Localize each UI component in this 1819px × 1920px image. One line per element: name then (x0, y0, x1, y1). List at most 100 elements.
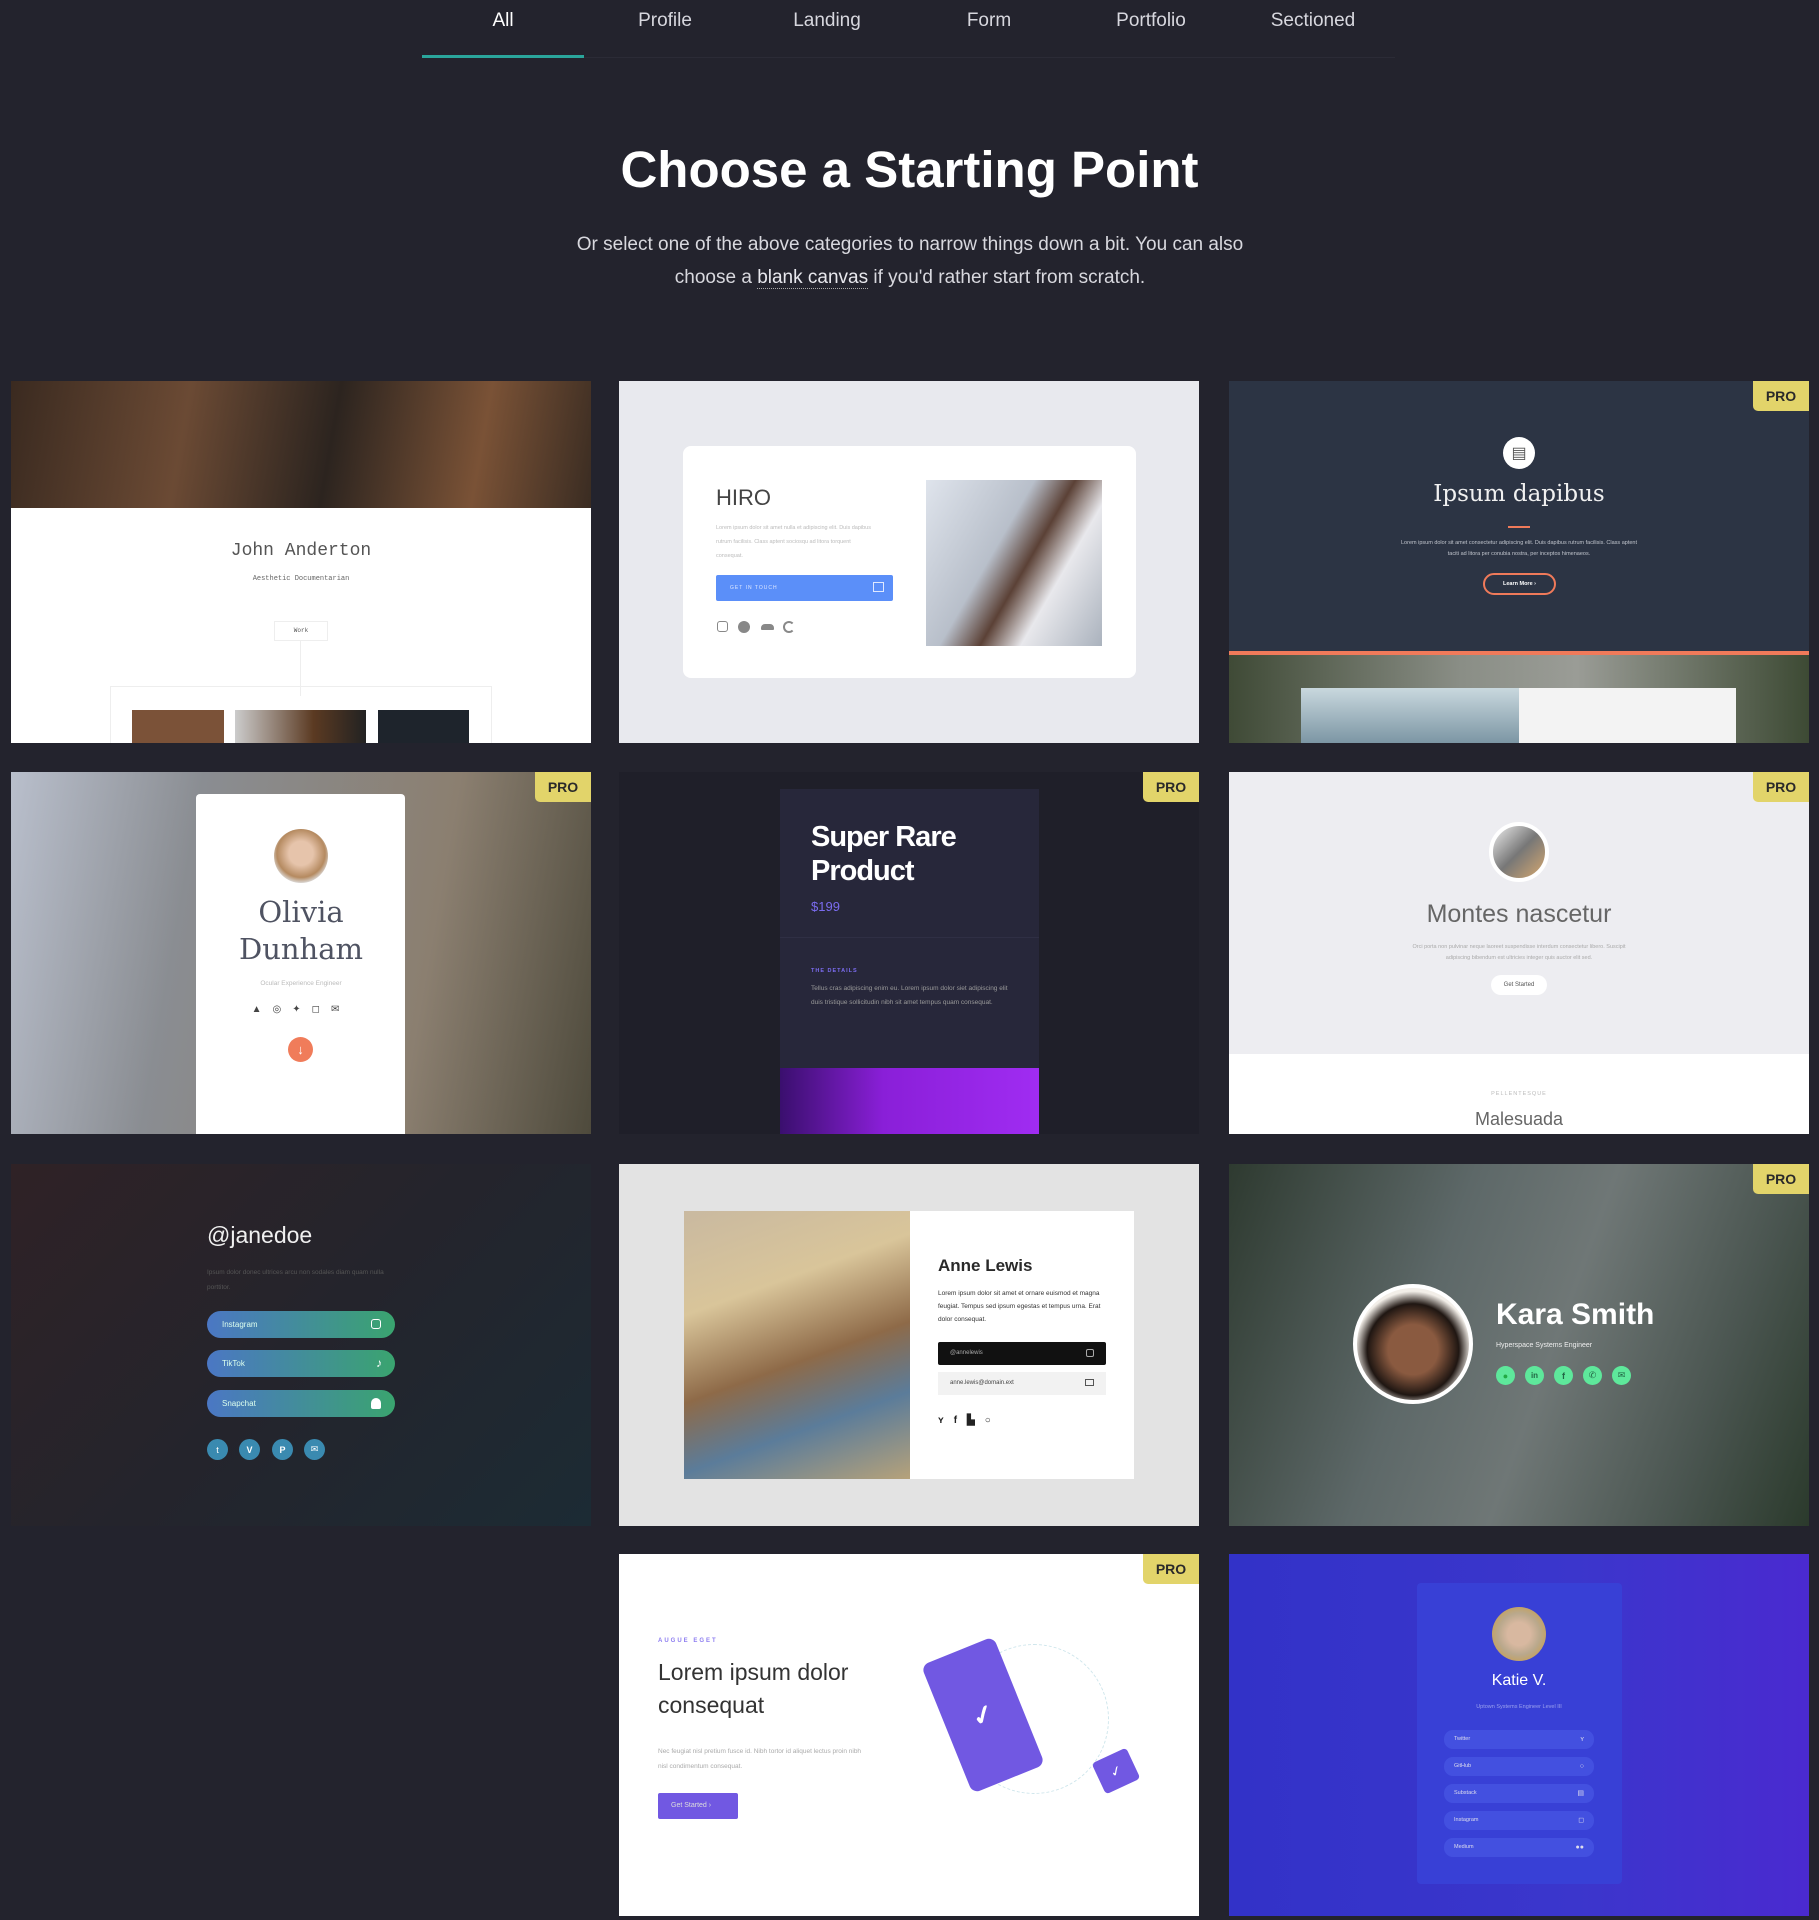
profile-photo (926, 480, 1102, 646)
subtitle-text-end: if you'd rather start from scratch. (868, 267, 1146, 288)
tab-all[interactable]: All (422, 0, 584, 58)
avatar (1489, 822, 1549, 882)
product-price: $199 (811, 899, 840, 914)
get-started-button: Get Started › (658, 1793, 738, 1819)
template-card-kara-smith[interactable]: Kara Smith Hyperspace Systems Engineer ●… (1229, 1164, 1809, 1526)
product-title: Super Rare Product (811, 820, 957, 888)
tab-form[interactable]: Form (908, 0, 1070, 58)
link-label: GitHub (1454, 1763, 1472, 1769)
blank-canvas-link[interactable]: blank canvas (757, 267, 869, 289)
link-label: TikTok (222, 1359, 245, 1368)
link-label: Instagram (1454, 1817, 1479, 1823)
link-button-tiktok: TikTok ♪ (207, 1350, 395, 1377)
github-icon: ● (1496, 1366, 1515, 1385)
mail-icon (873, 582, 884, 592)
link-label: Instagram (222, 1320, 258, 1329)
template-card-katie-v[interactable]: Katie V. Uptown Systems Engineer Level I… (1229, 1554, 1809, 1916)
mail-icon (1085, 1379, 1094, 1386)
mountain-photo (1301, 688, 1519, 743)
link-button-instagram: Instagram (207, 1311, 395, 1338)
page-subtitle: Or select one of the above categories to… (560, 228, 1260, 294)
link-medium: Medium ●● (1444, 1838, 1594, 1857)
landing-text: Orci porta non pulvinar neque laoreet su… (1412, 944, 1626, 961)
profile-photo (684, 1211, 910, 1479)
title-line: Product (811, 855, 915, 887)
learn-more-button: Learn More › (1483, 573, 1556, 595)
title-line: Super Rare (811, 821, 957, 853)
product-image (780, 1068, 1039, 1134)
template-card-montes-nascetur[interactable]: Montes nascetur Orci porta non pulvinar … (1229, 772, 1809, 1134)
profile-text: Lorem ipsum dolor sit amet et ornare eui… (938, 1290, 1101, 1323)
hero-photo (11, 381, 591, 508)
template-card-janedoe[interactable]: @janedoe Ipsum dolor donec ultrices arcu… (11, 1164, 591, 1526)
template-card-ipsum-dapibus[interactable]: ▤ Ipsum dapibus Lorem ipsum dolor sit am… (1229, 381, 1809, 743)
avatar (1492, 1607, 1546, 1661)
soundcloud-icon (761, 624, 774, 630)
pro-badge: PRO (1143, 772, 1199, 802)
title-line: consequat (658, 1692, 765, 1718)
details-text: Tellus cras adipiscing enim eu. Lorem ip… (811, 985, 1008, 1006)
pro-badge: PRO (1753, 772, 1809, 802)
pro-badge: PRO (1143, 1554, 1199, 1584)
handle-value: @annelewis (950, 1350, 983, 1356)
work-button: Work (274, 621, 328, 641)
template-card-john-anderton[interactable]: John Anderton Aesthetic Documentarian Wo… (11, 381, 591, 743)
landing-text: Nec feugiat nisl pretium fusce id. Nibh … (658, 1748, 862, 1770)
section-eyebrow: PELLENTESQUE (1491, 1091, 1547, 1097)
title-line: Lorem ipsum dolor (658, 1659, 849, 1685)
instagram-icon (717, 621, 728, 632)
pro-badge: PRO (1753, 1164, 1809, 1194)
tab-profile[interactable]: Profile (584, 0, 746, 58)
profile-handle: @janedoe (207, 1222, 313, 1248)
email-field: anne.lewis@domain.ext (938, 1372, 1106, 1395)
avatar (1353, 1284, 1473, 1404)
social-icons: ʏf▙○ (938, 1415, 1001, 1426)
content-block (1519, 688, 1736, 743)
linkedin-icon: in (1525, 1366, 1544, 1385)
profile-name: Katie V. (1491, 1672, 1547, 1689)
link-twitter: Twitter ʏ (1444, 1730, 1594, 1749)
details-label: THE DETAILS (811, 968, 858, 974)
vimeo-icon: V (239, 1439, 260, 1460)
pro-badge: PRO (535, 772, 591, 802)
tab-portfolio[interactable]: Portfolio (1070, 0, 1232, 58)
get-in-touch-button: GET IN TOUCH (716, 575, 893, 601)
link-button-snapchat: Snapchat (207, 1390, 395, 1417)
profile-name: John Anderton (230, 541, 372, 561)
button-label: Get Started (671, 1802, 707, 1809)
profile-name: Olivia Dunham (11, 894, 591, 968)
book-icon: ▤ (1503, 437, 1535, 469)
profile-role: Hyperspace Systems Engineer (1496, 1342, 1593, 1349)
twitter-icon: t (207, 1439, 228, 1460)
profile-name: Anne Lewis (938, 1256, 1033, 1275)
template-card-anne-lewis[interactable]: Anne Lewis Lorem ipsum dolor sit amet et… (619, 1164, 1199, 1526)
tab-landing[interactable]: Landing (746, 0, 908, 58)
learn-more-label: Learn More (1502, 581, 1533, 587)
link-github: GitHub ○ (1444, 1757, 1594, 1776)
template-card-hiro[interactable]: HIRO Lorem ipsum dolor sit amet nulla et… (619, 381, 1199, 743)
link-label: Snapchat (222, 1399, 256, 1408)
tab-sectioned[interactable]: Sectioned (1232, 0, 1394, 58)
profile-name: Kara Smith (1496, 1298, 1655, 1331)
profile-role: Ocular Experience Engineer (260, 980, 342, 987)
handle-field: @annelewis (938, 1342, 1106, 1365)
link-label: Twitter (1454, 1736, 1471, 1742)
template-card-super-rare-product[interactable]: Super Rare Product $199 THE DETAILS Tellu… (619, 772, 1199, 1134)
gallery-image (378, 710, 469, 743)
template-card-lorem-ipsum[interactable]: AUGUE EGET Lorem ipsum dolor consequat Ne… (619, 1554, 1199, 1916)
hiro-title: HIRO (716, 485, 771, 510)
medium-icon: ●● (1575, 1844, 1584, 1851)
gallery-image (235, 710, 366, 743)
profile-role: Aesthetic Documentarian (252, 575, 350, 583)
instagram-icon (1086, 1349, 1094, 1357)
template-card-olivia-dunham[interactable]: Olivia Dunham Ocular Experience Engineer … (11, 772, 591, 1134)
landing-text: Lorem ipsum dolor sit amet consectetur a… (1401, 540, 1637, 557)
link-label: Medium (1454, 1844, 1474, 1850)
last-name: Dunham (238, 932, 364, 966)
page-title: Choose a Starting Point (620, 141, 1199, 198)
link-substack: Substack ▤ (1444, 1784, 1594, 1803)
social-icons: ▲◎✦◻✉ (251, 1004, 351, 1015)
arrow-down-icon: ↓ (288, 1037, 313, 1062)
gallery-image (132, 710, 224, 743)
snapchat-icon (371, 1398, 381, 1409)
